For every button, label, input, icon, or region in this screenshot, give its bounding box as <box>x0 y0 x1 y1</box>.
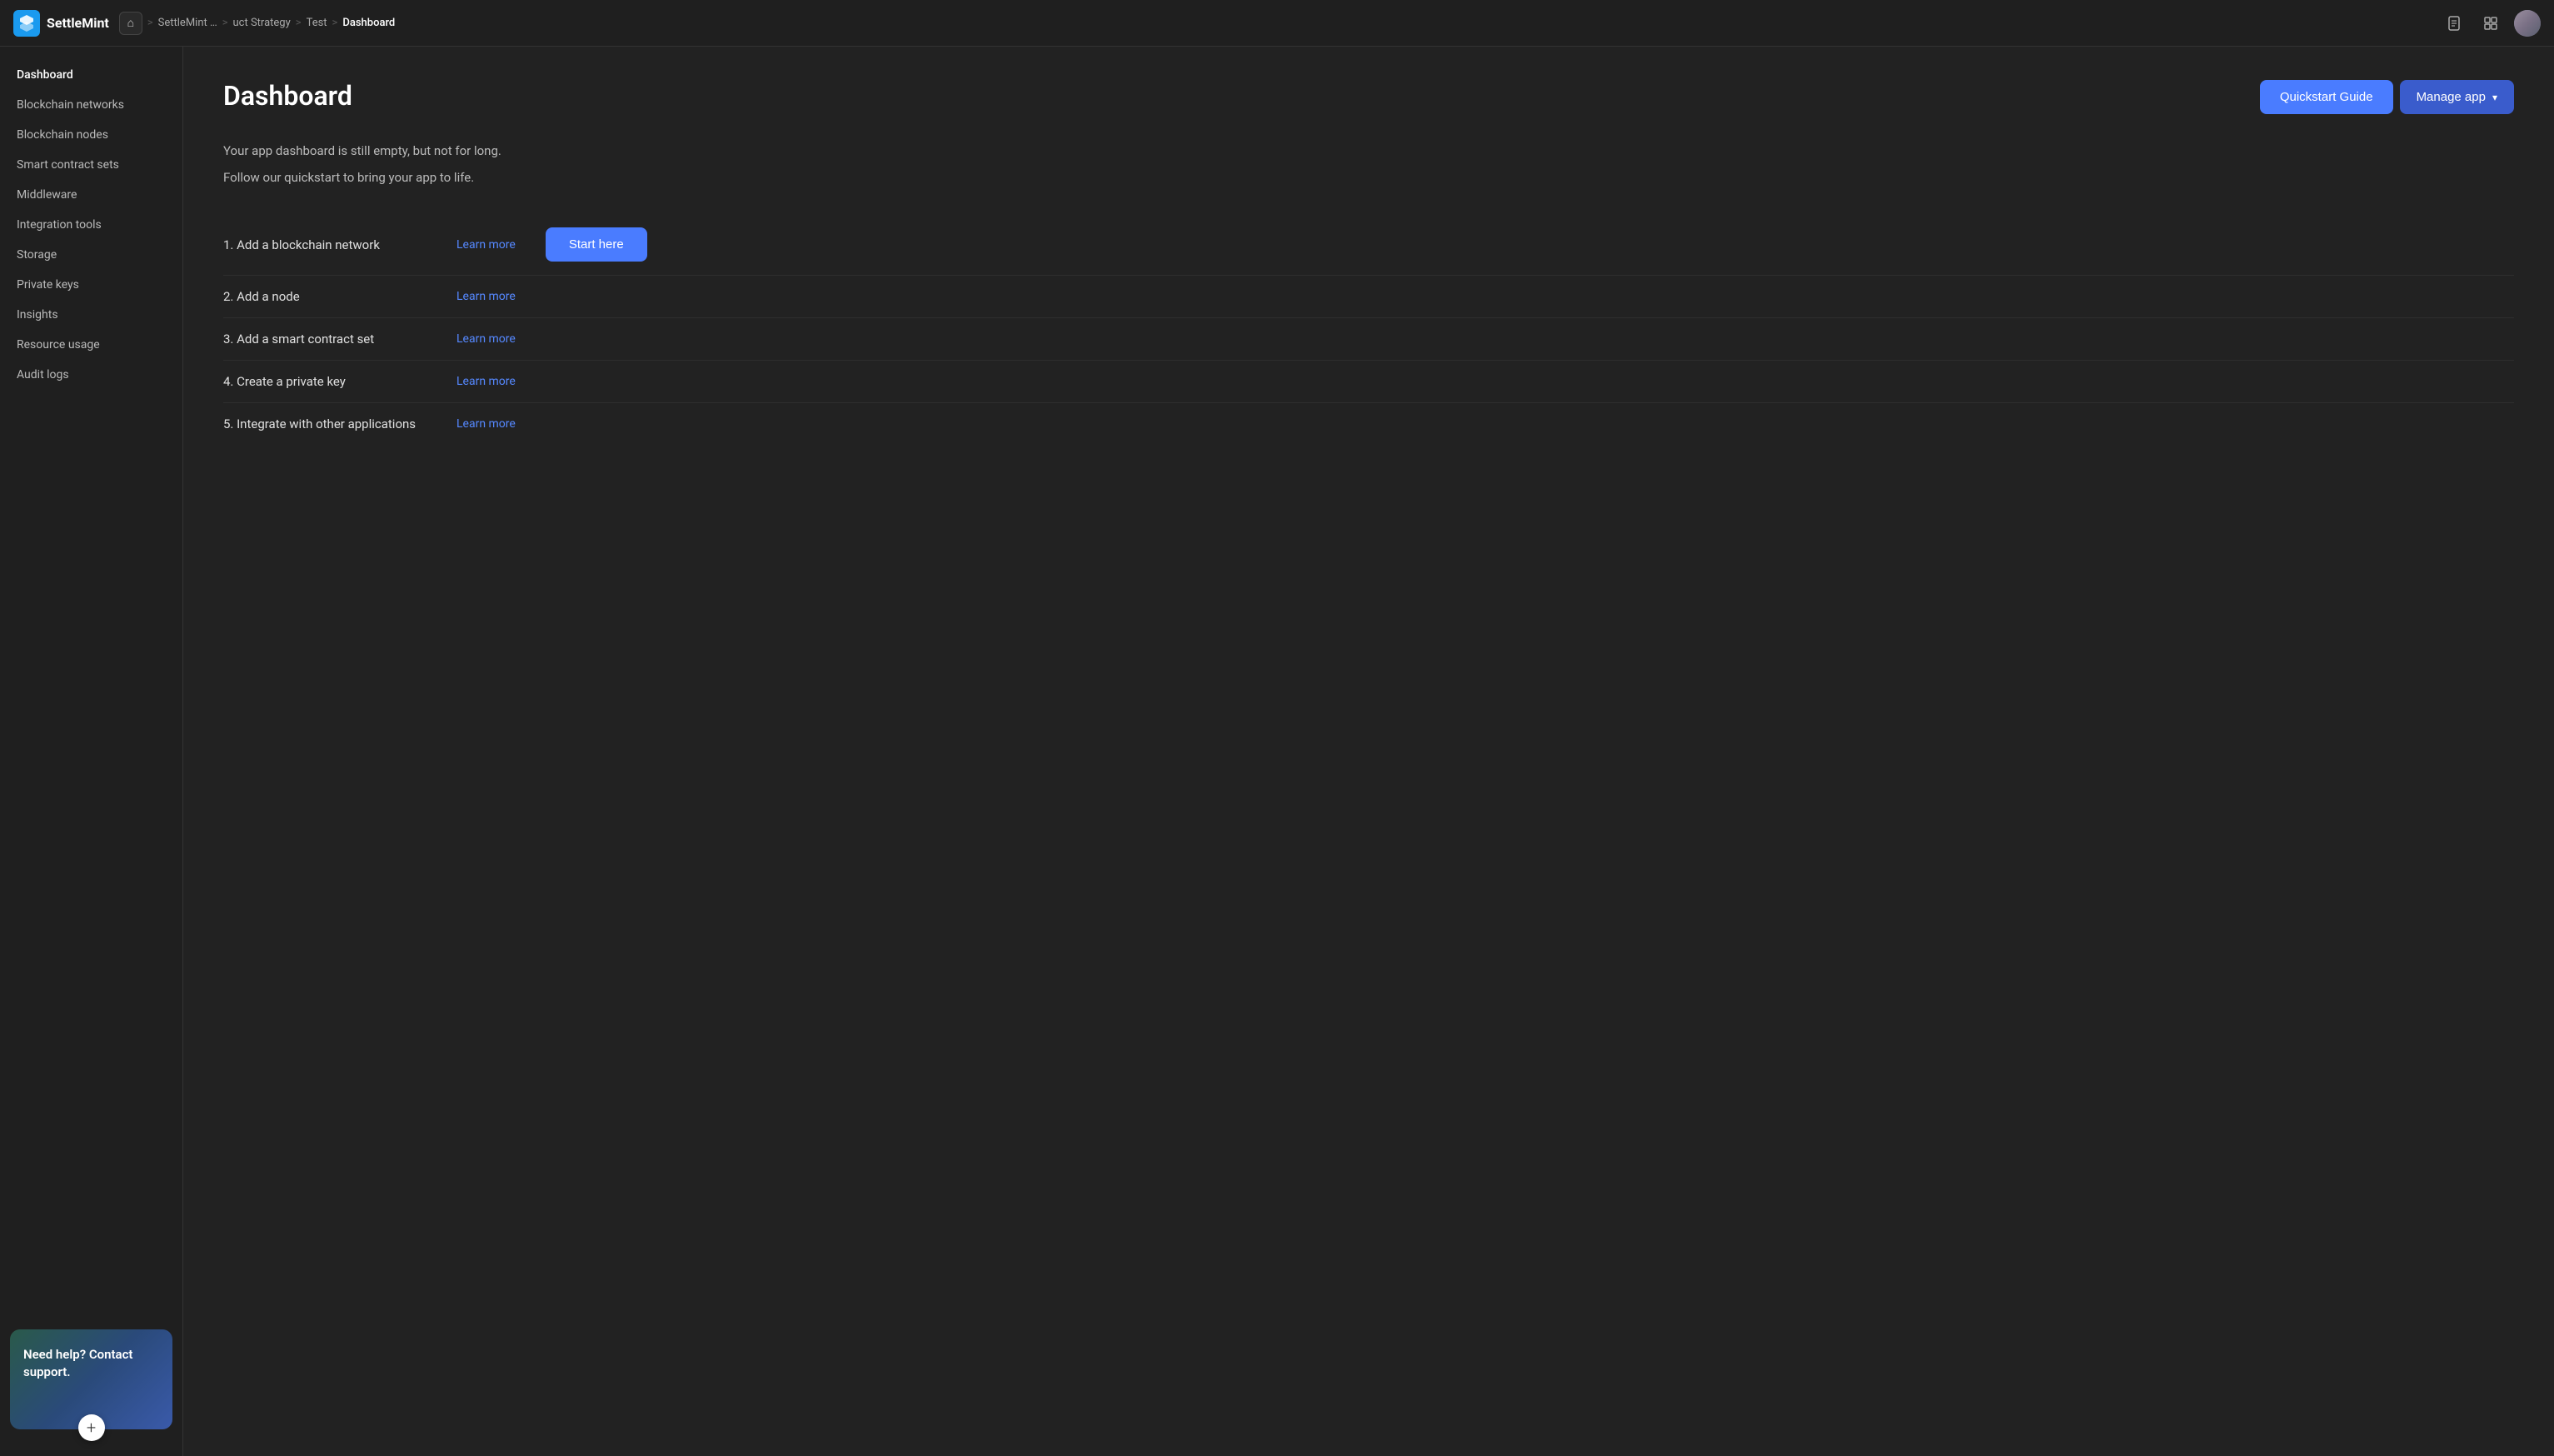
app-name: SettleMint <box>47 15 109 31</box>
avatar-image <box>2514 10 2541 37</box>
sidebar-item-insights[interactable]: Insights <box>0 300 182 330</box>
sidebar: DashboardBlockchain networksBlockchain n… <box>0 47 183 1456</box>
chevron-down-icon: ▾ <box>2492 92 2497 103</box>
step-learn-more-3[interactable]: Learn more <box>456 332 516 346</box>
intro-line-2: Follow our quickstart to bring your app … <box>223 167 2514 187</box>
sidebar-item-resource-usage[interactable]: Resource usage <box>0 330 182 360</box>
step-label-2: 2. Add a node <box>223 289 440 304</box>
logo[interactable]: SettleMint <box>13 10 109 37</box>
breadcrumb-current: Dashboard <box>342 17 395 29</box>
page-title: Dashboard <box>223 80 352 112</box>
sidebar-item-blockchain-nodes[interactable]: Blockchain nodes <box>0 120 182 150</box>
main-layout: DashboardBlockchain networksBlockchain n… <box>0 47 2554 1456</box>
breadcrumb-seg-2: uct Strategy <box>233 17 291 29</box>
breadcrumb-sep-3: > <box>296 17 302 29</box>
document-icon-btn[interactable] <box>2441 10 2467 37</box>
step-learn-more-2[interactable]: Learn more <box>456 290 516 303</box>
breadcrumb-sep-1: > <box>147 17 153 29</box>
step-learn-more-1[interactable]: Learn more <box>456 238 516 252</box>
help-card: Need help? Contact support. + <box>10 1329 172 1429</box>
step-label-3: 3. Add a smart contract set <box>223 332 440 347</box>
sidebar-nav: DashboardBlockchain networksBlockchain n… <box>0 60 182 1316</box>
step-label-4: 4. Create a private key <box>223 374 440 389</box>
start-here-button[interactable]: Start here <box>546 227 647 262</box>
home-icon[interactable]: ⌂ <box>119 12 142 35</box>
sidebar-item-dashboard[interactable]: Dashboard <box>0 60 182 90</box>
topbar-left: SettleMint ⌂ > SettleMint … > uct Strate… <box>13 10 395 37</box>
intro-text: Your app dashboard is still empty, but n… <box>223 141 2514 187</box>
breadcrumb-sep-4: > <box>332 17 338 29</box>
sidebar-item-smart-contract-sets[interactable]: Smart contract sets <box>0 150 182 180</box>
breadcrumb-seg-3: Test <box>307 17 327 29</box>
step-row-3: 3. Add a smart contract set Learn more <box>223 318 2514 361</box>
breadcrumb-seg-1: SettleMint … <box>158 17 217 29</box>
help-plus-button[interactable]: + <box>78 1414 105 1441</box>
avatar[interactable] <box>2514 10 2541 37</box>
quickstart-button[interactable]: Quickstart Guide <box>2260 80 2393 114</box>
sidebar-item-blockchain-networks[interactable]: Blockchain networks <box>0 90 182 120</box>
grid-icon-btn[interactable] <box>2477 10 2504 37</box>
step-label-1: 1. Add a blockchain network <box>223 237 440 252</box>
topbar-right <box>2441 10 2541 37</box>
breadcrumb: ⌂ > SettleMint … > uct Strategy > Test >… <box>119 12 395 35</box>
content-header: Dashboard Quickstart Guide Manage app ▾ <box>223 80 2514 114</box>
topbar: SettleMint ⌂ > SettleMint … > uct Strate… <box>0 0 2554 47</box>
sidebar-item-audit-logs[interactable]: Audit logs <box>0 360 182 390</box>
help-text: Need help? Contact support. <box>23 1346 159 1381</box>
step-row-2: 2. Add a node Learn more <box>223 276 2514 318</box>
sidebar-item-private-keys[interactable]: Private keys <box>0 270 182 300</box>
step-row-4: 4. Create a private key Learn more <box>223 361 2514 403</box>
steps-list: 1. Add a blockchain network Learn more Sta… <box>223 214 2514 445</box>
step-row-1: 1. Add a blockchain network Learn more Sta… <box>223 214 2514 276</box>
manage-app-label: Manage app <box>2417 90 2486 104</box>
breadcrumb-sep-2: > <box>222 17 228 29</box>
intro-line-1: Your app dashboard is still empty, but n… <box>223 141 2514 161</box>
step-row-5: 5. Integrate with other applications Lear… <box>223 403 2514 445</box>
manage-app-button[interactable]: Manage app ▾ <box>2400 80 2514 114</box>
sidebar-item-middleware[interactable]: Middleware <box>0 180 182 210</box>
sidebar-item-storage[interactable]: Storage <box>0 240 182 270</box>
header-actions: Quickstart Guide Manage app ▾ <box>2260 80 2514 114</box>
main-content: Dashboard Quickstart Guide Manage app ▾ … <box>183 47 2554 1456</box>
step-label-5: 5. Integrate with other applications <box>223 416 440 431</box>
step-learn-more-4[interactable]: Learn more <box>456 375 516 388</box>
sidebar-item-integration-tools[interactable]: Integration tools <box>0 210 182 240</box>
step-learn-more-5[interactable]: Learn more <box>456 417 516 431</box>
